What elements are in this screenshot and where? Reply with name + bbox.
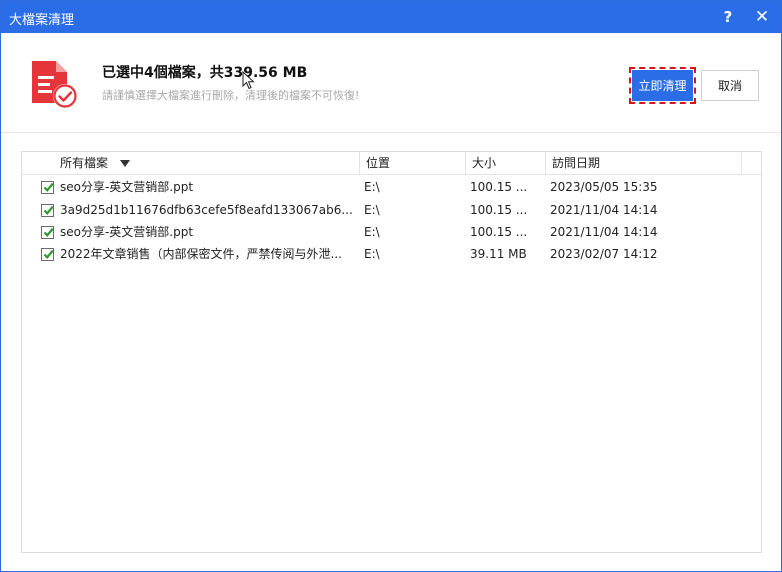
table-row[interactable]: 3a9d25d1b11676dfb63cefe5f8eafd133067ab6.… [22,199,761,221]
file-size: 39.11 MB [470,247,527,261]
checkmark-icon [43,182,53,192]
large-file-cleanup-dialog: 大檔案清理 ? ✕ 已選中4個檔案，共339.56 MB 請謹慎選擇大檔案進行刪… [0,0,782,572]
row-checkbox[interactable] [41,226,54,239]
sort-down-icon[interactable] [120,160,131,167]
file-name: seo分享-英文营销部.ppt [60,225,194,239]
file-name: seo分享-英文营销部.ppt [60,180,194,194]
table-row[interactable]: seo分享-英文营销部.ppt E:\ 100.15 ... 2021/11/0… [22,221,761,243]
column-label-all-files: 所有檔案 [60,156,109,170]
row-checkbox[interactable] [41,248,54,261]
checkmark-icon [43,205,53,215]
file-access-date: 2021/11/04 14:14 [550,203,658,217]
selection-summary: 已選中4個檔案，共339.56 MB [102,65,308,81]
file-name: 2022年文章销售（内部保密文件，严禁传阅与外泄... [60,247,342,261]
column-header-all-files[interactable]: 所有檔案 [22,152,360,174]
file-access-date: 2021/11/04 14:14 [550,225,658,239]
mouse-pointer-icon [242,71,255,90]
clean-now-button[interactable]: 立即清理 [629,67,696,104]
file-table: 所有檔案 位置 大小 訪問日期 seo分享-英文营销部.ppt E:\ 100.… [21,151,762,553]
deletion-warning: 請謹慎選擇大檔案進行刪除，清理後的檔案不可恢復! [102,89,360,102]
file-location: E:\ [364,180,380,194]
row-checkbox[interactable] [41,181,54,194]
file-location: E:\ [364,203,380,217]
column-header-size[interactable]: 大小 [466,152,546,174]
file-size: 100.15 ... [470,203,528,217]
file-access-date: 2023/02/07 14:12 [550,247,658,261]
column-header-access-date[interactable]: 訪問日期 [546,152,742,174]
table-row[interactable]: seo分享-英文营销部.ppt E:\ 100.15 ... 2023/05/0… [22,176,761,198]
file-access-date: 2023/05/05 15:35 [550,180,658,194]
checkmark-icon [43,249,53,259]
row-checkbox[interactable] [41,204,54,217]
column-header-location[interactable]: 位置 [360,152,466,174]
help-button[interactable]: ? [714,5,742,29]
table-row[interactable]: 2022年文章销售（内部保密文件，严禁传阅与外泄... E:\ 39.11 MB… [22,243,761,265]
file-size: 100.15 ... [470,180,528,194]
file-location: E:\ [364,247,380,261]
title-bar: 大檔案清理 ? ✕ [1,1,781,33]
file-location: E:\ [364,225,380,239]
checkmark-icon [43,227,53,237]
dialog-header: 已選中4個檔案，共339.56 MB 請謹慎選擇大檔案進行刪除，清理後的檔案不可… [1,33,781,133]
document-check-icon [32,61,77,108]
table-header: 所有檔案 位置 大小 訪問日期 [22,152,761,175]
close-button[interactable]: ✕ [748,5,776,29]
cancel-button[interactable]: 取消 [701,70,759,101]
file-size: 100.15 ... [470,225,528,239]
window-title: 大檔案清理 [9,13,75,28]
file-name: 3a9d25d1b11676dfb63cefe5f8eafd133067ab6.… [60,203,353,217]
